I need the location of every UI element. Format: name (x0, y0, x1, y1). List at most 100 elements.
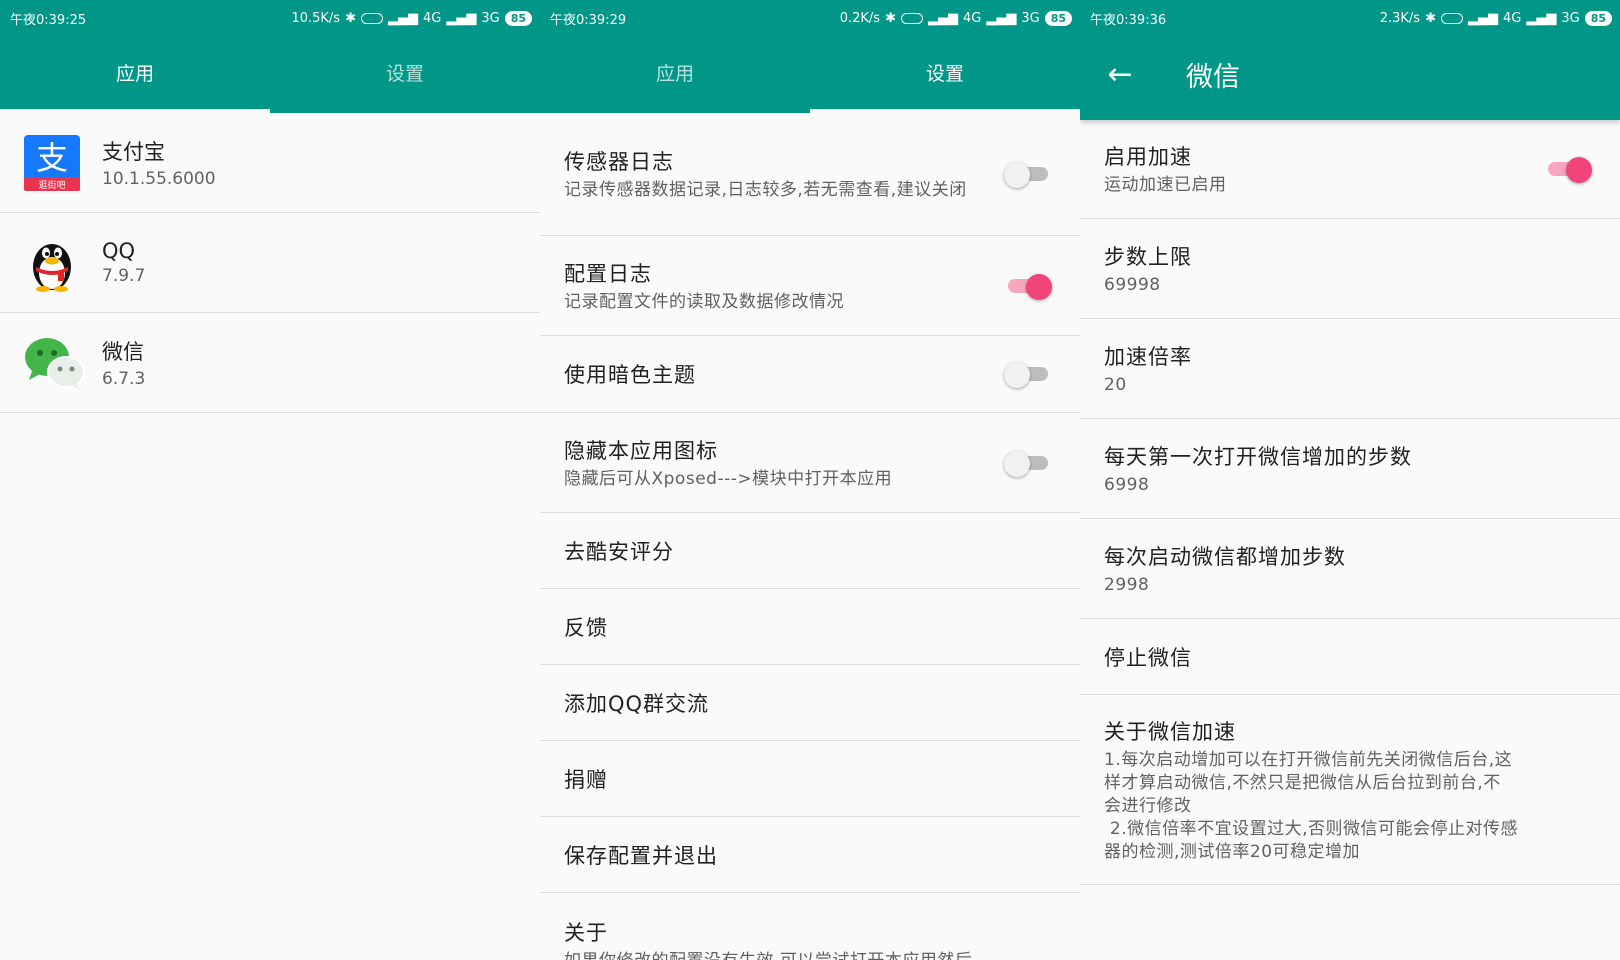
settings-list: 传感器日志 记录传感器数据记录,日志较多,若无需查看,建议关闭 配置日志 记录配… (540, 113, 1080, 960)
pref-join-qq-group[interactable]: 添加QQ群交流 (540, 665, 1080, 741)
about-line: 1.每次启动增加可以在打开微信前先关闭微信后台,这 (1104, 749, 1513, 770)
pref-summary: 如果你修改的配置没有生效,可以尝试打开本应用然后 (564, 950, 1056, 960)
tab-apps[interactable]: 应用 (540, 36, 810, 113)
pref-every-launch-steps[interactable]: 每次启动微信都增加步数 2998 (1080, 519, 1620, 619)
pref-summary: 69998 (1104, 274, 1161, 295)
network-speed: 0.2K/s (839, 10, 881, 26)
vpn-icon (900, 12, 923, 24)
pref-boost-rate[interactable]: 加速倍率 20 (1080, 319, 1620, 419)
network-type-1: 4G (962, 10, 982, 26)
battery-icon: 85 (1044, 10, 1072, 26)
signal-icon: ▂▄▆ (1467, 10, 1498, 26)
svg-text:逛街吧: 逛街吧 (38, 179, 65, 191)
status-bar: 午夜0:39:29 0.2K/s ✱ ▂▄▆ 4G ▂▄▆ 3G 85 (540, 0, 1080, 36)
network-speed: 2.3K/s (1379, 10, 1421, 26)
pref-title: 停止微信 (1104, 645, 1192, 670)
pref-feedback[interactable]: 反馈 (540, 589, 1080, 665)
about-line: 样才算启动微信,不然只是把微信从后台拉到前台,不 (1104, 772, 1501, 793)
pref-summary: 运动加速已启用 (1104, 175, 1227, 195)
pref-save-and-exit[interactable]: 保存配置并退出 (540, 817, 1080, 893)
status-time: 午夜0:39:36 (1090, 12, 1167, 28)
tab-bar: 应用 设置 (0, 36, 540, 113)
about-line: 器的检测,测试倍率20可稳定增加 (1104, 841, 1361, 862)
pref-dark-theme[interactable]: 使用暗色主题 (540, 336, 1080, 413)
app-name: 支付宝 (102, 140, 165, 164)
tab-settings[interactable]: 设置 (270, 36, 540, 113)
wechat-pref-list: 启用加速 运动加速已启用 步数上限 69998 加速倍率 20 每天第一次打开微… (1080, 120, 1620, 960)
pref-enable-boost[interactable]: 启用加速 运动加速已启用 (1080, 120, 1620, 219)
status-time: 午夜0:39:25 (10, 12, 87, 28)
app-item-alipay[interactable]: 支 逛街吧 支付宝 10.1.55.6000 (0, 113, 540, 213)
apps-screen: 午夜0:39:25 10.5K/s ✱ ▂▄▆ 4G ▂▄▆ 3G 85 应用 … (0, 0, 540, 960)
pref-donate[interactable]: 捐赠 (540, 741, 1080, 817)
signal-icon-2: ▂▄▆ (1526, 10, 1557, 26)
pref-stop-wechat[interactable]: 停止微信 (1080, 619, 1620, 695)
app-bar: 应用 设置 (0, 36, 540, 113)
status-bar: 午夜0:39:25 10.5K/s ✱ ▂▄▆ 4G ▂▄▆ 3G 85 (0, 0, 540, 36)
status-time: 午夜0:39:29 (550, 12, 627, 28)
tab-settings[interactable]: 设置 (810, 36, 1080, 113)
app-info: QQ 7.9.7 (102, 239, 145, 286)
pref-step-limit[interactable]: 步数上限 69998 (1080, 219, 1620, 319)
pref-title: 保存配置并退出 (564, 843, 718, 868)
about-line: 会进行修改 (1104, 795, 1192, 816)
hide-icon-switch[interactable] (1004, 450, 1052, 477)
dark-theme-switch[interactable] (1004, 362, 1052, 388)
pref-title: 捐赠 (564, 767, 608, 792)
pref-rate-coolapk[interactable]: 去酷安评分 (540, 513, 1080, 589)
pref-title: 使用暗色主题 (564, 363, 696, 387)
page-title: 微信 (1186, 62, 1240, 93)
app-bar: 应用 设置 (540, 36, 1080, 113)
pref-summary: 记录传感器数据记录,日志较多,若无需查看,建议关闭 (564, 180, 967, 200)
pref-hide-icon[interactable]: 隐藏本应用图标 隐藏后可从Xposed--->模块中打开本应用 (540, 413, 1080, 513)
config-log-switch[interactable] (1004, 273, 1052, 300)
app-bar: ← 微信 (1080, 36, 1620, 120)
screenshot-root: 午夜0:39:25 10.5K/s ✱ ▂▄▆ 4G ▂▄▆ 3G 85 应用 … (0, 0, 1620, 960)
wechat-settings-screen: 午夜0:39:36 2.3K/s ✱ ▂▄▆ 4G ▂▄▆ 3G 85 ← 微信… (1080, 0, 1620, 960)
pref-title: 每天第一次打开微信增加的步数 (1104, 444, 1412, 469)
qq-penguin-icon (22, 233, 82, 293)
about-line: 2.微信倍率不宜设置过大,否则微信可能会停止对传感 (1104, 818, 1519, 839)
pref-title: 配置日志 (564, 261, 652, 286)
pref-title: 关于微信加速 (1104, 719, 1236, 744)
bluetooth-icon: ✱ (885, 10, 896, 26)
pref-title: 去酷安评分 (564, 539, 674, 564)
svg-text:支: 支 (36, 139, 68, 177)
pref-title: 每次启动微信都增加步数 (1104, 544, 1346, 569)
pref-title: 加速倍率 (1104, 344, 1192, 369)
pref-sensor-log[interactable]: 传感器日志 记录传感器数据记录,日志较多,若无需查看,建议关闭 (540, 113, 1080, 236)
network-type-1: 4G (1502, 10, 1522, 26)
vpn-icon (360, 12, 383, 24)
sensor-log-switch[interactable] (1004, 162, 1052, 188)
signal-icon: ▂▄▆ (387, 10, 418, 26)
enable-boost-switch[interactable] (1544, 157, 1592, 183)
bluetooth-icon: ✱ (1425, 10, 1436, 26)
pref-title: 隐藏本应用图标 (564, 438, 718, 463)
pref-about-wechat-boost[interactable]: 关于微信加速 1.每次启动增加可以在打开微信前先关闭微信后台,这 样才算启动微信… (1080, 695, 1620, 885)
pref-summary: 1.每次启动增加可以在打开微信前先关闭微信后台,这 样才算启动微信,不然只是把微… (1104, 749, 1596, 864)
app-name: QQ (102, 239, 136, 263)
back-arrow-icon[interactable]: ← (1080, 57, 1160, 92)
network-type-2: 3G (481, 10, 500, 26)
pref-summary: 20 (1104, 374, 1127, 395)
toolbar: ← 微信 (1080, 36, 1620, 113)
pref-config-log[interactable]: 配置日志 记录配置文件的读取及数据修改情况 (540, 236, 1080, 336)
tab-bar: 应用 设置 (540, 36, 1080, 113)
battery-icon: 85 (504, 10, 532, 26)
signal-icon: ▂▄▆ (927, 10, 958, 26)
pref-about[interactable]: 关于 如果你修改的配置没有生效,可以尝试打开本应用然后 (540, 893, 1080, 960)
tab-apps[interactable]: 应用 (0, 36, 270, 113)
network-type-2: 3G (1021, 10, 1040, 26)
network-type-2: 3G (1561, 10, 1580, 26)
pref-summary: 记录配置文件的读取及数据修改情况 (564, 291, 844, 312)
pref-title: 关于 (564, 921, 608, 945)
app-version: 10.1.55.6000 (102, 169, 216, 189)
wechat-icon (22, 333, 85, 393)
app-version: 6.7.3 (102, 369, 146, 389)
pref-daily-first-open-steps[interactable]: 每天第一次打开微信增加的步数 6998 (1080, 419, 1620, 519)
app-item-wechat[interactable]: 微信 6.7.3 (0, 313, 540, 413)
app-version: 7.9.7 (102, 266, 146, 286)
status-bar: 午夜0:39:36 2.3K/s ✱ ▂▄▆ 4G ▂▄▆ 3G 85 (1080, 0, 1620, 36)
signal-icon-2: ▂▄▆ (446, 10, 477, 26)
app-item-qq[interactable]: QQ 7.9.7 (0, 213, 540, 313)
